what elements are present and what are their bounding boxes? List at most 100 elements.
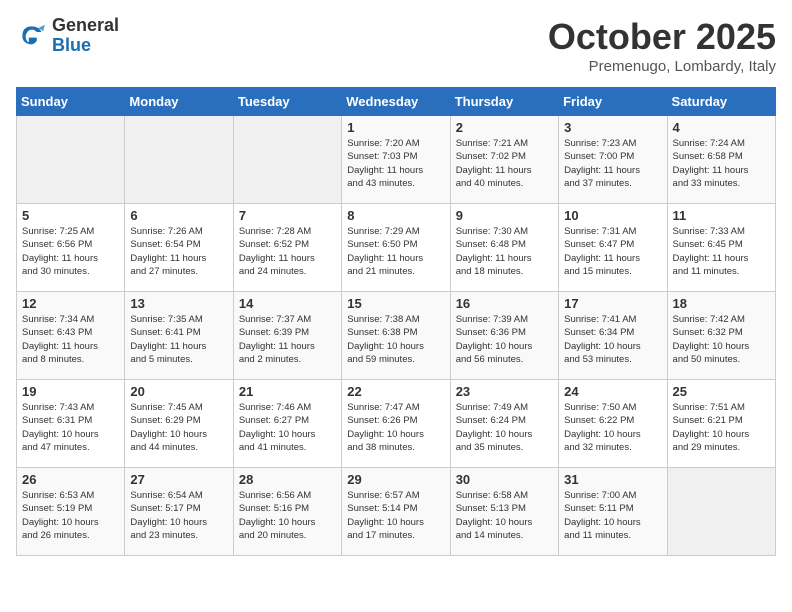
day-number: 1 — [347, 120, 444, 135]
day-info: Sunrise: 7:00 AM Sunset: 5:11 PM Dayligh… — [564, 489, 661, 542]
logo: General Blue — [16, 16, 119, 56]
day-number: 11 — [673, 208, 770, 223]
calendar-cell-w4-d0: 26Sunrise: 6:53 AM Sunset: 5:19 PM Dayli… — [17, 468, 125, 556]
day-number: 20 — [130, 384, 227, 399]
calendar-cell-w1-d0: 5 Sunrise: 7:25 AM Sunset: 6:56 PM Daylig… — [17, 204, 125, 292]
day-number: 16 — [456, 296, 553, 311]
calendar-cell-w4-d5: 31 Sunrise: 7:00 AM Sunset: 5:11 PM Dayli… — [559, 468, 667, 556]
day-info: Sunrise: 7:35 AM Sunset: 6:41 PM Dayligh… — [130, 313, 227, 366]
day-info: Sunrise: 7:50 AM Sunset: 6:22 PM Dayligh… — [564, 401, 661, 454]
location-subtitle: Premenugo, Lombardy, Italy — [548, 58, 776, 75]
day-number: 14 — [239, 296, 336, 311]
calendar-cell-w2-d1: 13 Sunrise: 7:35 AM Sunset: 6:41 PM Dayli… — [125, 292, 233, 380]
calendar-cell-w4-d3: 29 Sunrise: 6:57 AM Sunset: 5:14 PM Dayli… — [342, 468, 450, 556]
calendar-table: Sunday Monday Tuesday Wednesday Thursday… — [16, 87, 776, 556]
week-row-4: 26Sunrise: 6:53 AM Sunset: 5:19 PM Dayli… — [17, 468, 776, 556]
logo-blue-label: Blue — [52, 36, 119, 56]
calendar-cell-w1-d5: 10 Sunrise: 7:31 AM Sunset: 6:47 PM Dayli… — [559, 204, 667, 292]
col-sunday: Sunday — [17, 88, 125, 116]
calendar-cell-w3-d3: 22 Sunrise: 7:47 AM Sunset: 6:26 PM Dayli… — [342, 380, 450, 468]
day-info: Sunrise: 7:29 AM Sunset: 6:50 PM Dayligh… — [347, 225, 444, 278]
day-number: 24 — [564, 384, 661, 399]
day-info: Sunrise: 7:31 AM Sunset: 6:47 PM Dayligh… — [564, 225, 661, 278]
day-number: 15 — [347, 296, 444, 311]
day-number: 17 — [564, 296, 661, 311]
calendar-cell-w2-d5: 17 Sunrise: 7:41 AM Sunset: 6:34 PM Dayli… — [559, 292, 667, 380]
calendar-cell-w4-d2: 28Sunrise: 6:56 AM Sunset: 5:16 PM Dayli… — [233, 468, 341, 556]
page-header: General Blue October 2025 Premenugo, Lom… — [16, 16, 776, 75]
calendar-cell-w3-d2: 21Sunrise: 7:46 AM Sunset: 6:27 PM Dayli… — [233, 380, 341, 468]
calendar-cell-w0-d0 — [17, 116, 125, 204]
calendar-cell-w0-d5: 3Sunrise: 7:23 AM Sunset: 7:00 PM Daylig… — [559, 116, 667, 204]
week-row-1: 5 Sunrise: 7:25 AM Sunset: 6:56 PM Daylig… — [17, 204, 776, 292]
calendar-cell-w2-d4: 16 Sunrise: 7:39 AM Sunset: 6:36 PM Dayli… — [450, 292, 558, 380]
calendar-cell-w4-d6 — [667, 468, 775, 556]
day-number: 23 — [456, 384, 553, 399]
day-info: Sunrise: 7:42 AM Sunset: 6:32 PM Dayligh… — [673, 313, 770, 366]
day-info: Sunrise: 6:57 AM Sunset: 5:14 PM Dayligh… — [347, 489, 444, 542]
day-number: 27 — [130, 472, 227, 487]
logo-general-label: General — [52, 16, 119, 36]
col-monday: Monday — [125, 88, 233, 116]
calendar-cell-w0-d4: 2Sunrise: 7:21 AM Sunset: 7:02 PM Daylig… — [450, 116, 558, 204]
calendar-cell-w1-d1: 6Sunrise: 7:26 AM Sunset: 6:54 PM Daylig… — [125, 204, 233, 292]
day-info: Sunrise: 7:26 AM Sunset: 6:54 PM Dayligh… — [130, 225, 227, 278]
day-info: Sunrise: 7:47 AM Sunset: 6:26 PM Dayligh… — [347, 401, 444, 454]
col-friday: Friday — [559, 88, 667, 116]
calendar-cell-w2-d0: 12 Sunrise: 7:34 AM Sunset: 6:43 PM Dayli… — [17, 292, 125, 380]
day-number: 4 — [673, 120, 770, 135]
day-info: Sunrise: 6:58 AM Sunset: 5:13 PM Dayligh… — [456, 489, 553, 542]
day-info: Sunrise: 7:28 AM Sunset: 6:52 PM Dayligh… — [239, 225, 336, 278]
month-title: October 2025 — [548, 16, 776, 58]
day-info: Sunrise: 7:49 AM Sunset: 6:24 PM Dayligh… — [456, 401, 553, 454]
calendar-cell-w0-d3: 1 Sunrise: 7:20 AM Sunset: 7:03 PM Daylig… — [342, 116, 450, 204]
day-number: 22 — [347, 384, 444, 399]
day-number: 29 — [347, 472, 444, 487]
day-number: 2 — [456, 120, 553, 135]
weekday-header-row: Sunday Monday Tuesday Wednesday Thursday… — [17, 88, 776, 116]
calendar-cell-w2-d3: 15 Sunrise: 7:38 AM Sunset: 6:38 PM Dayli… — [342, 292, 450, 380]
day-info: Sunrise: 7:39 AM Sunset: 6:36 PM Dayligh… — [456, 313, 553, 366]
day-number: 5 — [22, 208, 119, 223]
calendar-cell-w1-d4: 9Sunrise: 7:30 AM Sunset: 6:48 PM Daylig… — [450, 204, 558, 292]
calendar-cell-w3-d0: 19 Sunrise: 7:43 AM Sunset: 6:31 PM Dayli… — [17, 380, 125, 468]
logo-icon — [16, 20, 48, 52]
day-info: Sunrise: 7:33 AM Sunset: 6:45 PM Dayligh… — [673, 225, 770, 278]
day-info: Sunrise: 7:43 AM Sunset: 6:31 PM Dayligh… — [22, 401, 119, 454]
calendar-cell-w3-d1: 20 Sunrise: 7:45 AM Sunset: 6:29 PM Dayli… — [125, 380, 233, 468]
day-number: 21 — [239, 384, 336, 399]
day-info: Sunrise: 7:38 AM Sunset: 6:38 PM Dayligh… — [347, 313, 444, 366]
calendar-cell-w2-d6: 18Sunrise: 7:42 AM Sunset: 6:32 PM Dayli… — [667, 292, 775, 380]
week-row-3: 19 Sunrise: 7:43 AM Sunset: 6:31 PM Dayli… — [17, 380, 776, 468]
col-saturday: Saturday — [667, 88, 775, 116]
day-info: Sunrise: 6:54 AM Sunset: 5:17 PM Dayligh… — [130, 489, 227, 542]
week-row-0: 1 Sunrise: 7:20 AM Sunset: 7:03 PM Daylig… — [17, 116, 776, 204]
day-number: 12 — [22, 296, 119, 311]
day-info: Sunrise: 6:56 AM Sunset: 5:16 PM Dayligh… — [239, 489, 336, 542]
day-info: Sunrise: 7:45 AM Sunset: 6:29 PM Dayligh… — [130, 401, 227, 454]
day-info: Sunrise: 7:34 AM Sunset: 6:43 PM Dayligh… — [22, 313, 119, 366]
calendar-cell-w4-d4: 30 Sunrise: 6:58 AM Sunset: 5:13 PM Dayli… — [450, 468, 558, 556]
col-wednesday: Wednesday — [342, 88, 450, 116]
calendar-cell-w4-d1: 27 Sunrise: 6:54 AM Sunset: 5:17 PM Dayli… — [125, 468, 233, 556]
calendar-cell-w3-d4: 23 Sunrise: 7:49 AM Sunset: 6:24 PM Dayli… — [450, 380, 558, 468]
day-number: 19 — [22, 384, 119, 399]
title-block: October 2025 Premenugo, Lombardy, Italy — [548, 16, 776, 75]
day-info: Sunrise: 7:41 AM Sunset: 6:34 PM Dayligh… — [564, 313, 661, 366]
col-tuesday: Tuesday — [233, 88, 341, 116]
day-number: 31 — [564, 472, 661, 487]
calendar-cell-w0-d6: 4 Sunrise: 7:24 AM Sunset: 6:58 PM Daylig… — [667, 116, 775, 204]
logo-text: General Blue — [52, 16, 119, 56]
day-info: Sunrise: 7:24 AM Sunset: 6:58 PM Dayligh… — [673, 137, 770, 190]
calendar-header: Sunday Monday Tuesday Wednesday Thursday… — [17, 88, 776, 116]
day-number: 3 — [564, 120, 661, 135]
day-info: Sunrise: 7:20 AM Sunset: 7:03 PM Dayligh… — [347, 137, 444, 190]
day-number: 13 — [130, 296, 227, 311]
day-info: Sunrise: 7:25 AM Sunset: 6:56 PM Dayligh… — [22, 225, 119, 278]
calendar-cell-w0-d1 — [125, 116, 233, 204]
day-number: 26 — [22, 472, 119, 487]
day-number: 8 — [347, 208, 444, 223]
calendar-cell-w3-d5: 24 Sunrise: 7:50 AM Sunset: 6:22 PM Dayli… — [559, 380, 667, 468]
day-number: 30 — [456, 472, 553, 487]
day-number: 10 — [564, 208, 661, 223]
